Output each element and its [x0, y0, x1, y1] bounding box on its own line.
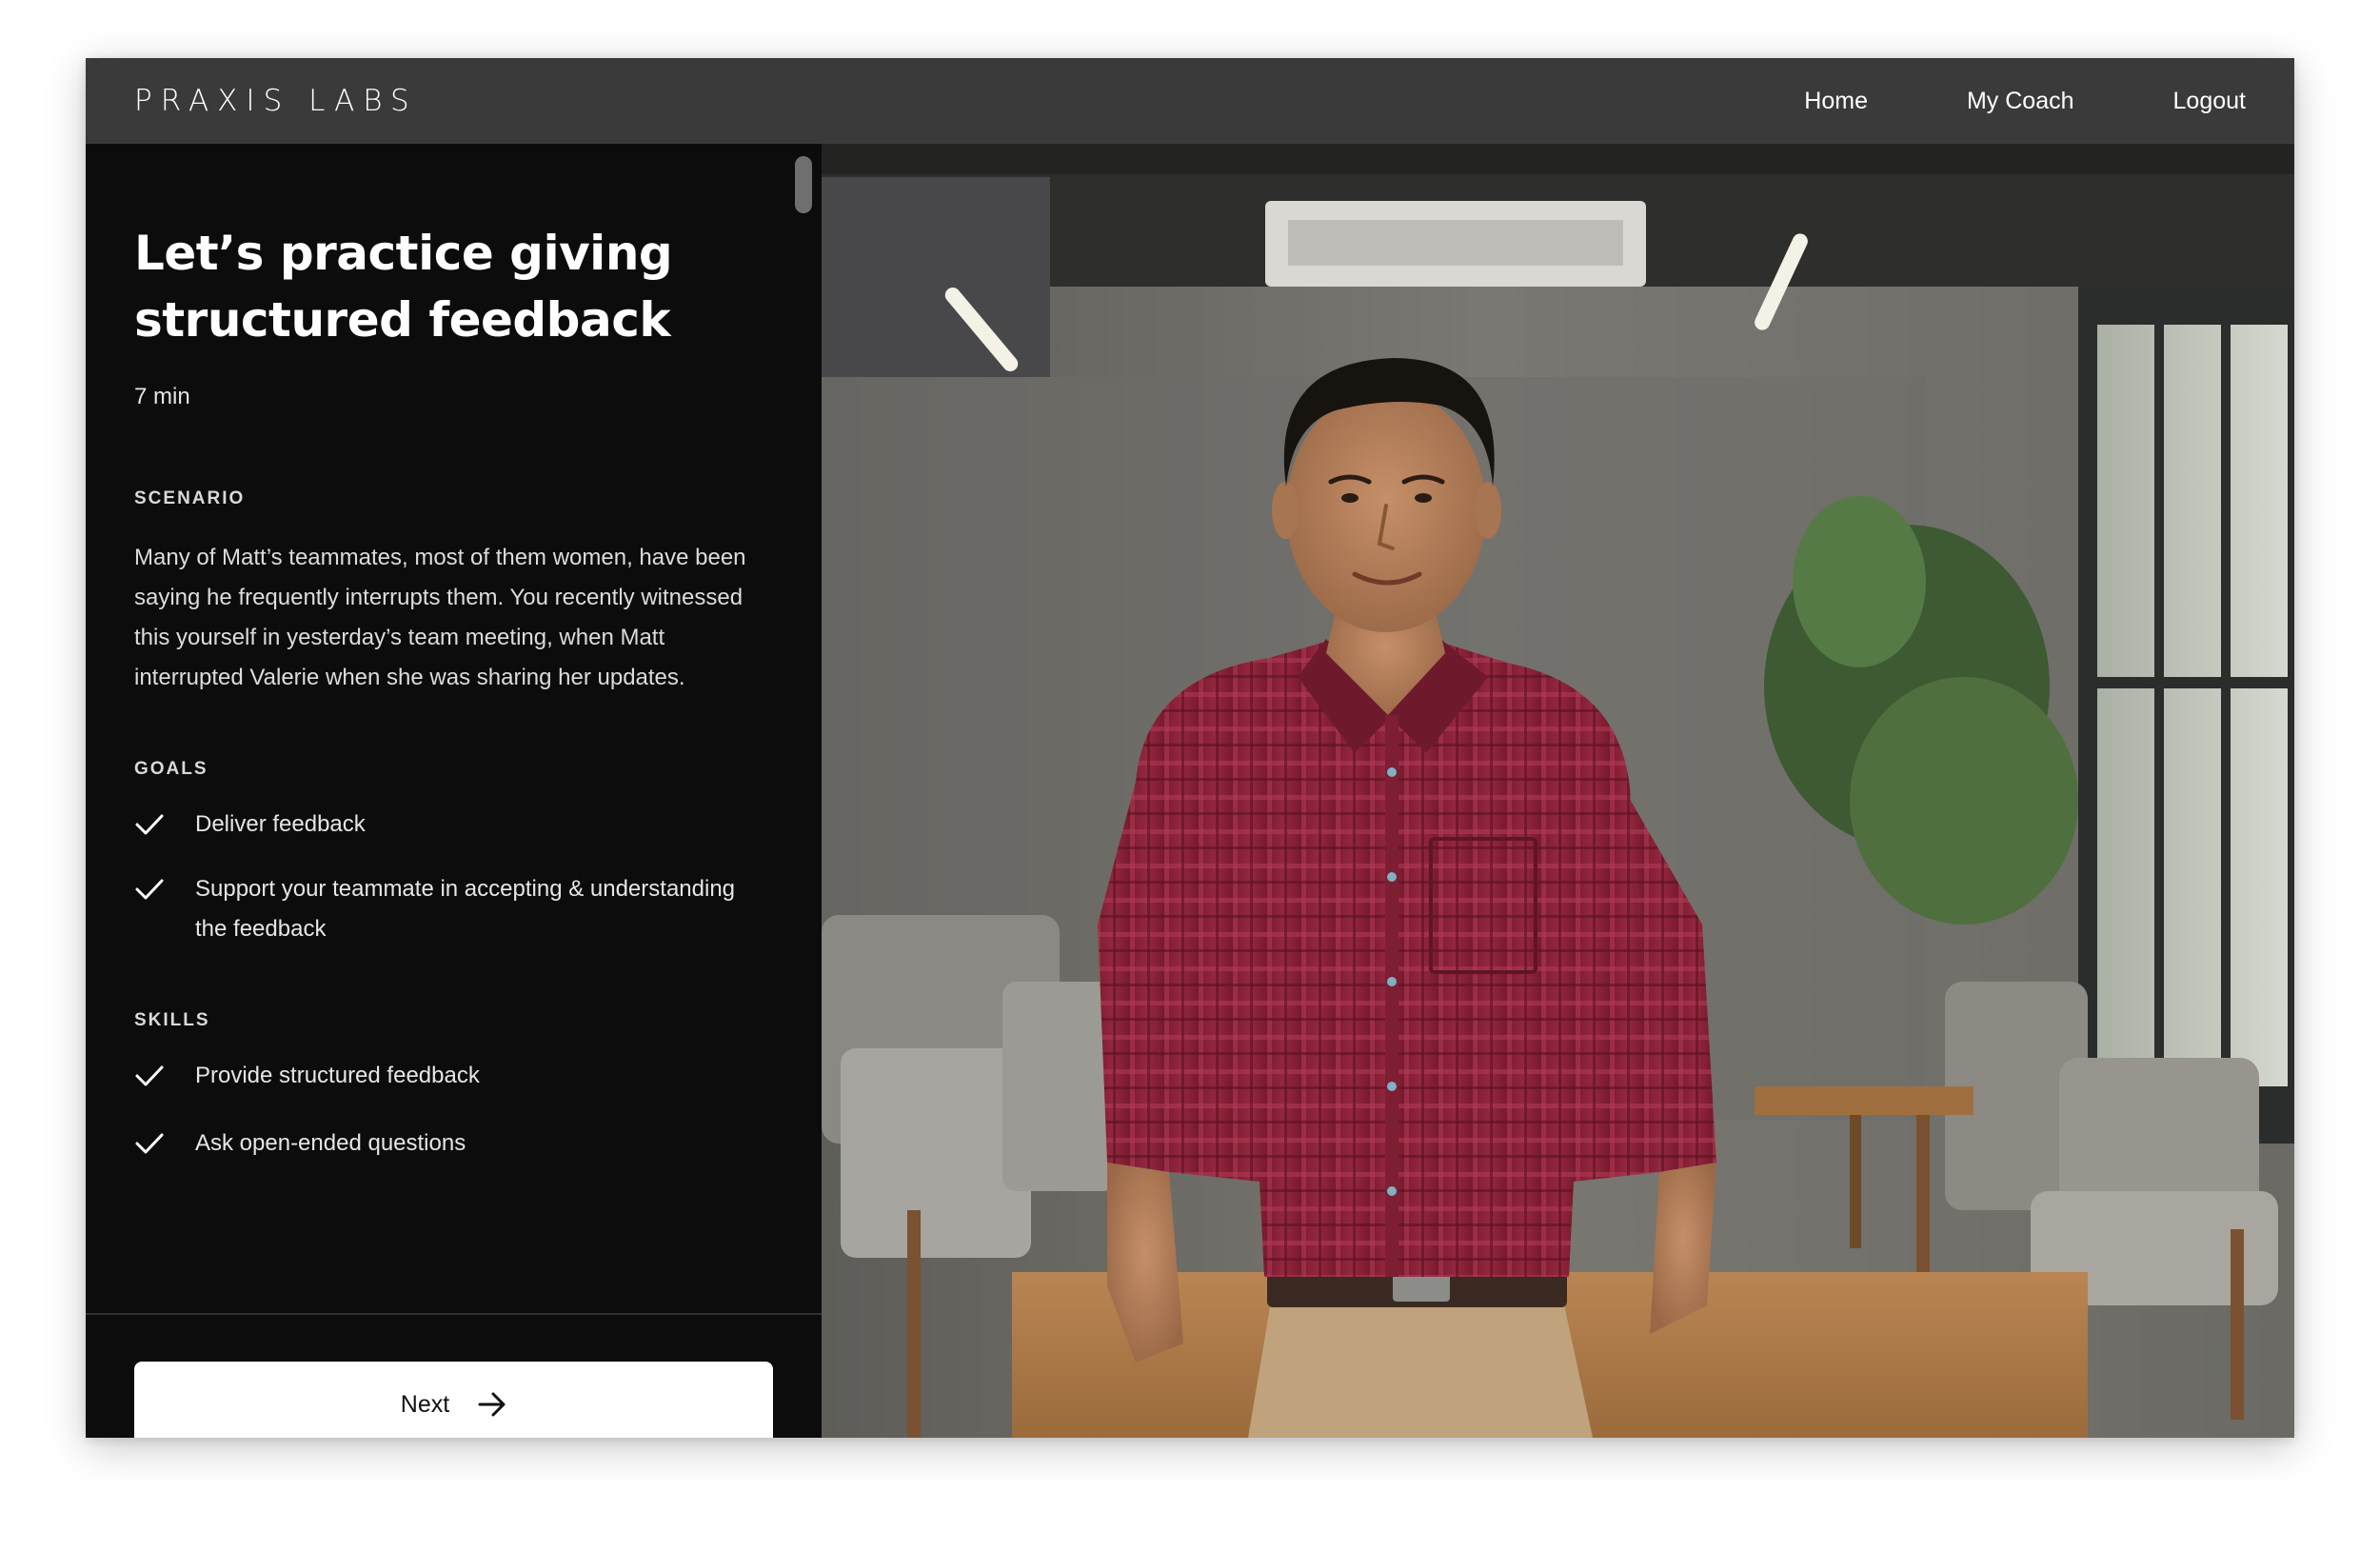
- nav-home-link[interactable]: Home: [1804, 88, 1868, 115]
- goal-item: Deliver feedback: [134, 805, 773, 845]
- skill-text: Ask open-ended questions: [195, 1130, 466, 1156]
- lesson-panel: Let’s practice giving structured feedbac…: [86, 144, 822, 1438]
- skills-list: Provide structured feedback Ask open-end…: [134, 1056, 773, 1164]
- top-navigation-bar: PRAXIS LABS Home My Coach Logout: [86, 58, 2294, 144]
- lesson-scroll-area[interactable]: Let’s practice giving structured feedbac…: [86, 144, 822, 1313]
- skill-item: Provide structured feedback: [134, 1056, 773, 1096]
- check-icon: [134, 1056, 167, 1096]
- praxis-labs-logo[interactable]: PRAXIS LABS: [134, 84, 418, 118]
- skill-item: Ask open-ended questions: [134, 1124, 773, 1164]
- scenario-heading: SCENARIO: [134, 488, 246, 508]
- skill-text: Provide structured feedback: [195, 1063, 480, 1088]
- skills-heading: SKILLS: [134, 1010, 210, 1030]
- nav-my-coach-link[interactable]: My Coach: [1967, 88, 2074, 115]
- goal-text: Support your teammate in accepting & und…: [195, 876, 736, 942]
- next-button-label: Next: [400, 1390, 450, 1418]
- scrollbar-thumb[interactable]: [795, 156, 812, 213]
- check-icon: [134, 805, 167, 845]
- check-icon: [134, 1124, 167, 1164]
- goals-heading: GOALS: [134, 759, 208, 779]
- panel-divider: [86, 1313, 822, 1315]
- coach-character-photo: [822, 144, 2294, 1438]
- goals-list: Deliver feedback Support your teammate i…: [134, 805, 773, 949]
- scenario-description: Many of Matt’s teammates, most of them w…: [134, 545, 746, 690]
- goal-text: Deliver feedback: [195, 811, 366, 837]
- nav-logout-link[interactable]: Logout: [2173, 88, 2246, 115]
- next-button[interactable]: Next: [134, 1362, 773, 1438]
- main-nav: Home My Coach Logout: [1804, 88, 2246, 115]
- app-window: PRAXIS LABS Home My Coach Logout Let’s p…: [86, 58, 2294, 1438]
- character-illustration: [822, 144, 2294, 1438]
- check-icon: [134, 869, 167, 909]
- lesson-title: Let’s practice giving structured feedbac…: [134, 226, 673, 348]
- lesson-duration: 7 min: [134, 384, 190, 409]
- arrow-right-icon: [478, 1392, 506, 1417]
- goal-item: Support your teammate in accepting & und…: [134, 869, 773, 949]
